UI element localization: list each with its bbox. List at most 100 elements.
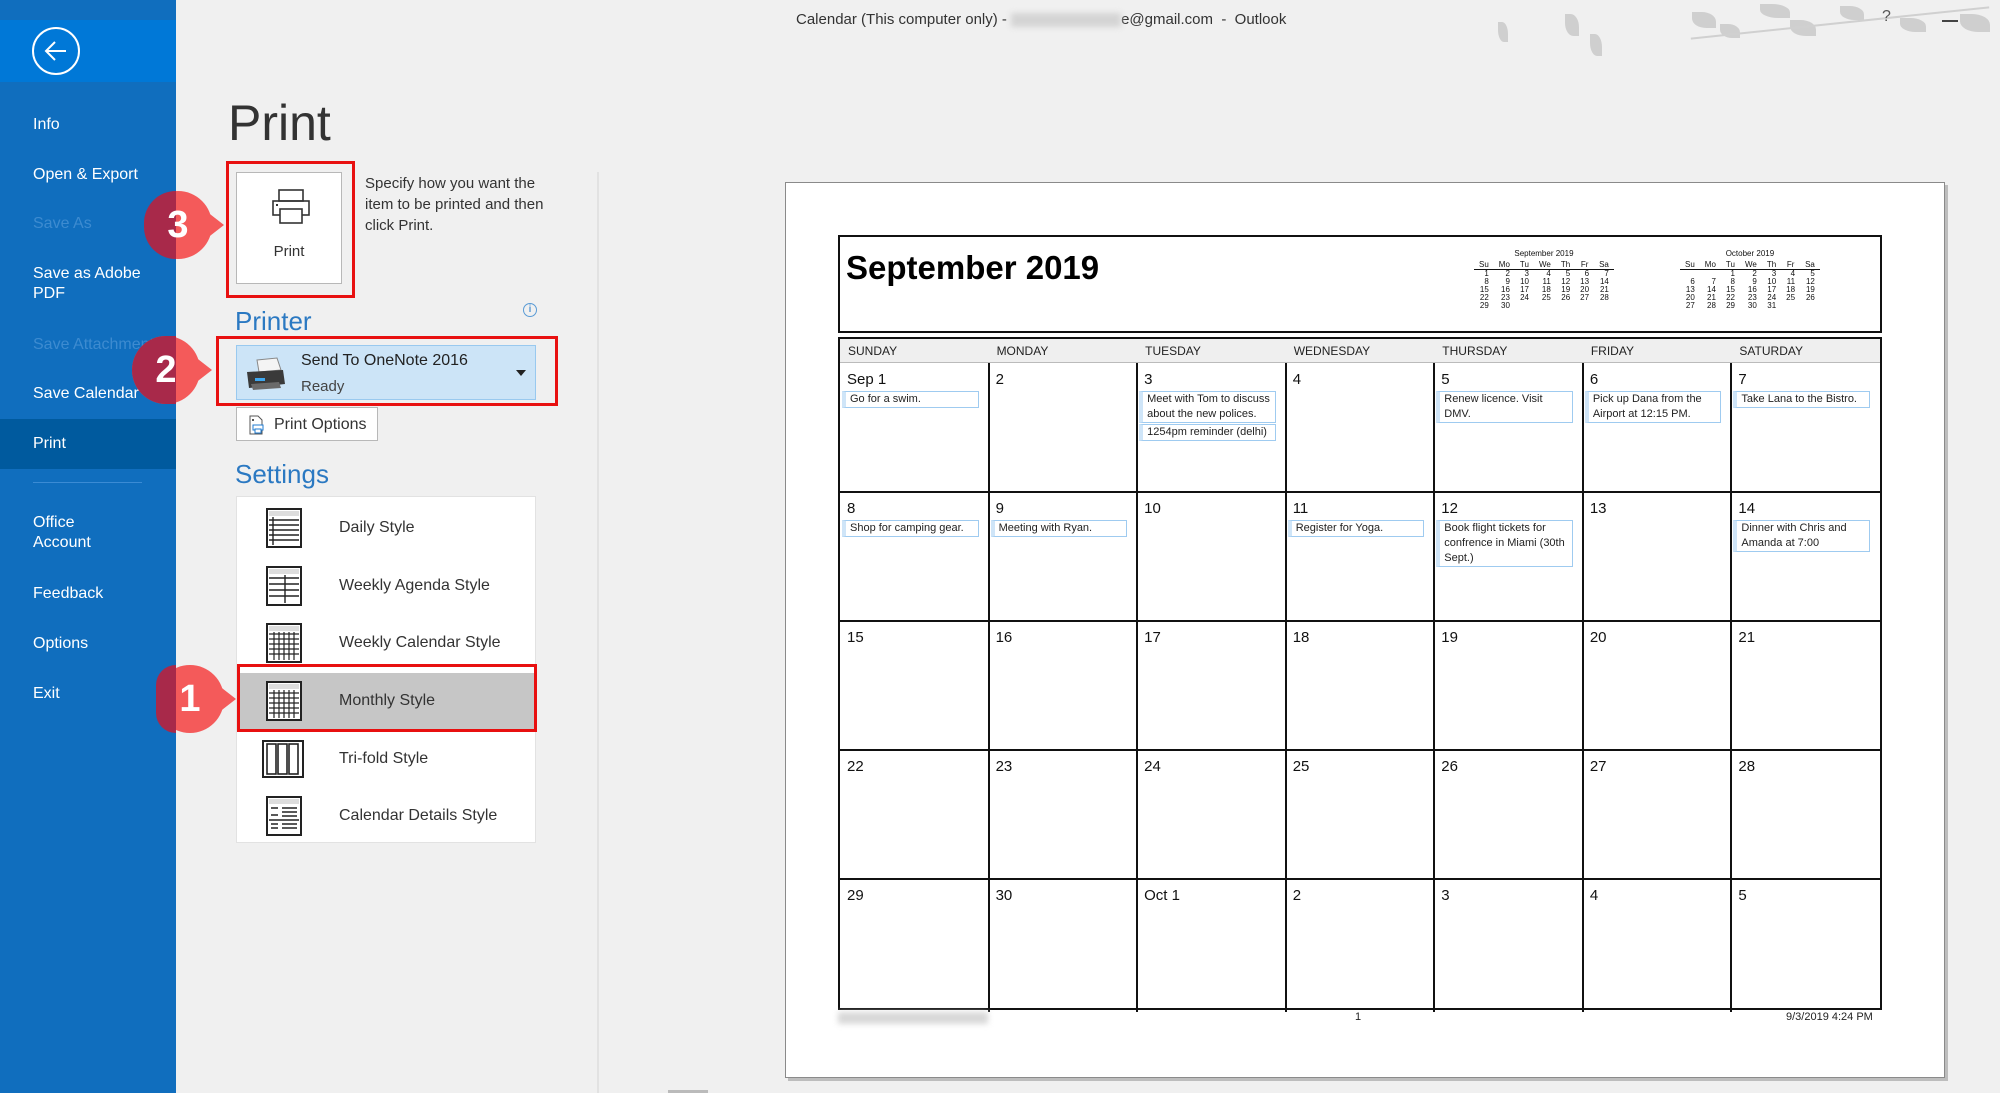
mini-calendar-day: 2 (1752, 269, 1757, 278)
mini-calendar-october: October 2019 Su Mo Tu We Th Fr Sa 1 2 3 4 5 6 7 8 9 10 11 1… (1680, 249, 1820, 310)
mini-calendar-day (1575, 302, 1594, 310)
weekday-label: WEDNESDAY (1293, 344, 1371, 358)
calendar-event[interactable]: Meeting with Ryan. (990, 520, 1128, 537)
day-cell-date: 8 (847, 500, 856, 517)
printer-name: Send To OneNote 2016 (301, 352, 468, 369)
style-item-daily[interactable]: Daily Style (238, 500, 534, 557)
mini-calendar-day: 27 (1685, 301, 1695, 310)
sidebar-item-print[interactable]: Print (0, 419, 176, 469)
back-arrow-icon (44, 41, 66, 61)
info-icon[interactable]: i (523, 303, 537, 317)
step-marker-1: 1 (156, 665, 236, 733)
back-button[interactable] (32, 27, 80, 75)
step-marker-2: 2 (132, 336, 212, 404)
day-cell-date: 21 (1738, 629, 1756, 646)
sidebar-item-open-export[interactable]: Open & Export (0, 165, 176, 185)
sidebar-item-save-as-adobe-pdf[interactable]: Save as Adobe PDF (0, 264, 150, 304)
mini-calendar-day: 27 (1580, 293, 1590, 302)
panel-separator (597, 172, 599, 1093)
backstage-sidebar: Info Open & Export Save As Save as Adobe… (0, 0, 176, 1093)
printer-dropdown[interactable]: Send To OneNote 2016 Ready (236, 345, 536, 400)
style-item-label: Monthly Style (339, 692, 436, 709)
style-item-label: Tri-fold Style (339, 750, 429, 767)
day-cell-date: 13 (1589, 500, 1607, 517)
day-cell-date: 15 (847, 629, 864, 646)
print-button[interactable]: Print (236, 172, 342, 284)
weekday-label: TUESDAY (1145, 344, 1201, 358)
grid-column-line (987, 363, 990, 1012)
mini-calendar-weekday: Mo (1493, 260, 1515, 270)
calendar-event[interactable]: Renew licence. Visit DMV. (1436, 391, 1573, 423)
day-cell-date: 23 (995, 758, 1013, 775)
day-cell-date: 20 (1589, 629, 1607, 646)
weekday-label: THURSDAY (1442, 344, 1508, 358)
mini-calendar-day: 2 (1505, 269, 1510, 278)
sidebar-item-options[interactable]: Options (0, 634, 176, 654)
day-cell-date: 3 (1441, 887, 1450, 904)
redacted-footer-email (838, 1012, 988, 1024)
day-cell-date: 16 (995, 629, 1013, 646)
day-cell-date: Oct 1 (1144, 887, 1180, 904)
calendar-event[interactable]: Take Lana to the Bistro. (1733, 391, 1870, 408)
mini-calendar-day (1700, 270, 1721, 279)
weekly-agenda-style-icon (266, 566, 302, 606)
mini-calendar-day (1781, 302, 1800, 310)
calendar-event[interactable]: 1254pm reminder (delhi) (1139, 424, 1276, 441)
mini-calendar-day: 29 (1726, 301, 1735, 310)
mini-calendar-day: 25 (1541, 293, 1551, 302)
calendar-header: September 2019 September 2019 Su Mo Tu We Th F… (838, 235, 1882, 333)
day-cell-date: 12 (1441, 500, 1458, 517)
style-item-monthly[interactable]: Monthly Style (238, 673, 534, 730)
day-cell-date: 24 (1144, 758, 1161, 775)
grid-column-line (1730, 363, 1733, 1012)
mini-calendar-weekday: We (1739, 260, 1762, 270)
calendar-event[interactable]: Dinner with Chris and Amanda at 7:00 (1733, 520, 1870, 552)
calendar-event[interactable]: Shop for camping gear. (842, 520, 979, 537)
mini-calendar-day (1800, 302, 1820, 310)
chevron-down-icon (516, 370, 526, 376)
mini-calendar-day (1594, 302, 1614, 310)
style-item-trifold[interactable]: Tri-fold Style (238, 731, 534, 788)
day-cell-date: Sep 1 (847, 371, 887, 388)
calendar-event[interactable]: Go for a swim. (842, 391, 979, 408)
style-item-weekly-calendar[interactable]: Weekly Calendar Style (238, 615, 534, 672)
mini-calendar-weekday: We (1533, 260, 1556, 270)
style-item-calendar-details[interactable]: Calendar Details Style (238, 788, 534, 845)
printer-heading: Printer (235, 306, 312, 336)
sidebar-item-office-account[interactable]: Office Account (0, 513, 110, 553)
footer-page-number: 1 (1355, 1011, 1362, 1023)
page-title: Print (228, 95, 331, 151)
calendar-month-title: September 2019 (846, 249, 1100, 286)
sidebar-item-feedback[interactable]: Feedback (0, 584, 176, 604)
day-cell-date: 28 (1738, 758, 1756, 775)
help-button[interactable]: ? (1882, 8, 1891, 26)
grid-row-line (840, 620, 1880, 622)
weekday-label: SATURDAY (1739, 344, 1803, 358)
calendar-event[interactable]: Meet with Tom to discuss about the new p… (1139, 391, 1276, 423)
print-options-button[interactable]: Print Options (236, 407, 378, 441)
mini-calendar-day: 25 (1786, 293, 1796, 302)
sidebar-item-info[interactable]: Info (0, 115, 176, 135)
mini-calendar-september: September 2019 Su Mo Tu We Th Fr Sa 1 2 3 4 5 6 7 8 9 10 1… (1474, 249, 1614, 310)
weekday-header-row: SUNDAY MONDAY TUESDAY WEDNESDAY THURSDAY FRID… (840, 339, 1880, 363)
grid-column-line (1433, 363, 1436, 1012)
step-number: 3 (167, 204, 189, 246)
calendar-event[interactable]: Book flight tickets for confrence in Mia… (1436, 520, 1573, 567)
printer-icon (272, 189, 310, 224)
mini-calendar-day: 30 (1747, 301, 1757, 310)
minimize-button[interactable] (1942, 20, 1958, 22)
sidebar-separator (33, 482, 142, 483)
redacted-email (1011, 13, 1122, 28)
mini-calendar-weekday: Su (1680, 260, 1700, 270)
window-title-prefix: Calendar (This computer only) - (796, 11, 1012, 28)
day-cell-date: 11 (1292, 500, 1309, 517)
style-item-weekly-agenda[interactable]: Weekly Agenda Style (238, 558, 534, 615)
calendar-event[interactable]: Register for Yoga. (1287, 520, 1425, 537)
mini-calendar-day (1556, 302, 1575, 310)
calendar-event[interactable]: Pick up Dana from the Airport at 12:15 P… (1584, 391, 1722, 423)
weekday-label: MONDAY (996, 344, 1049, 358)
style-item-label: Calendar Details Style (339, 807, 498, 824)
sidebar-item-exit[interactable]: Exit (0, 684, 176, 704)
day-cell-date: 22 (847, 758, 864, 775)
day-cell-date: 14 (1738, 500, 1756, 517)
